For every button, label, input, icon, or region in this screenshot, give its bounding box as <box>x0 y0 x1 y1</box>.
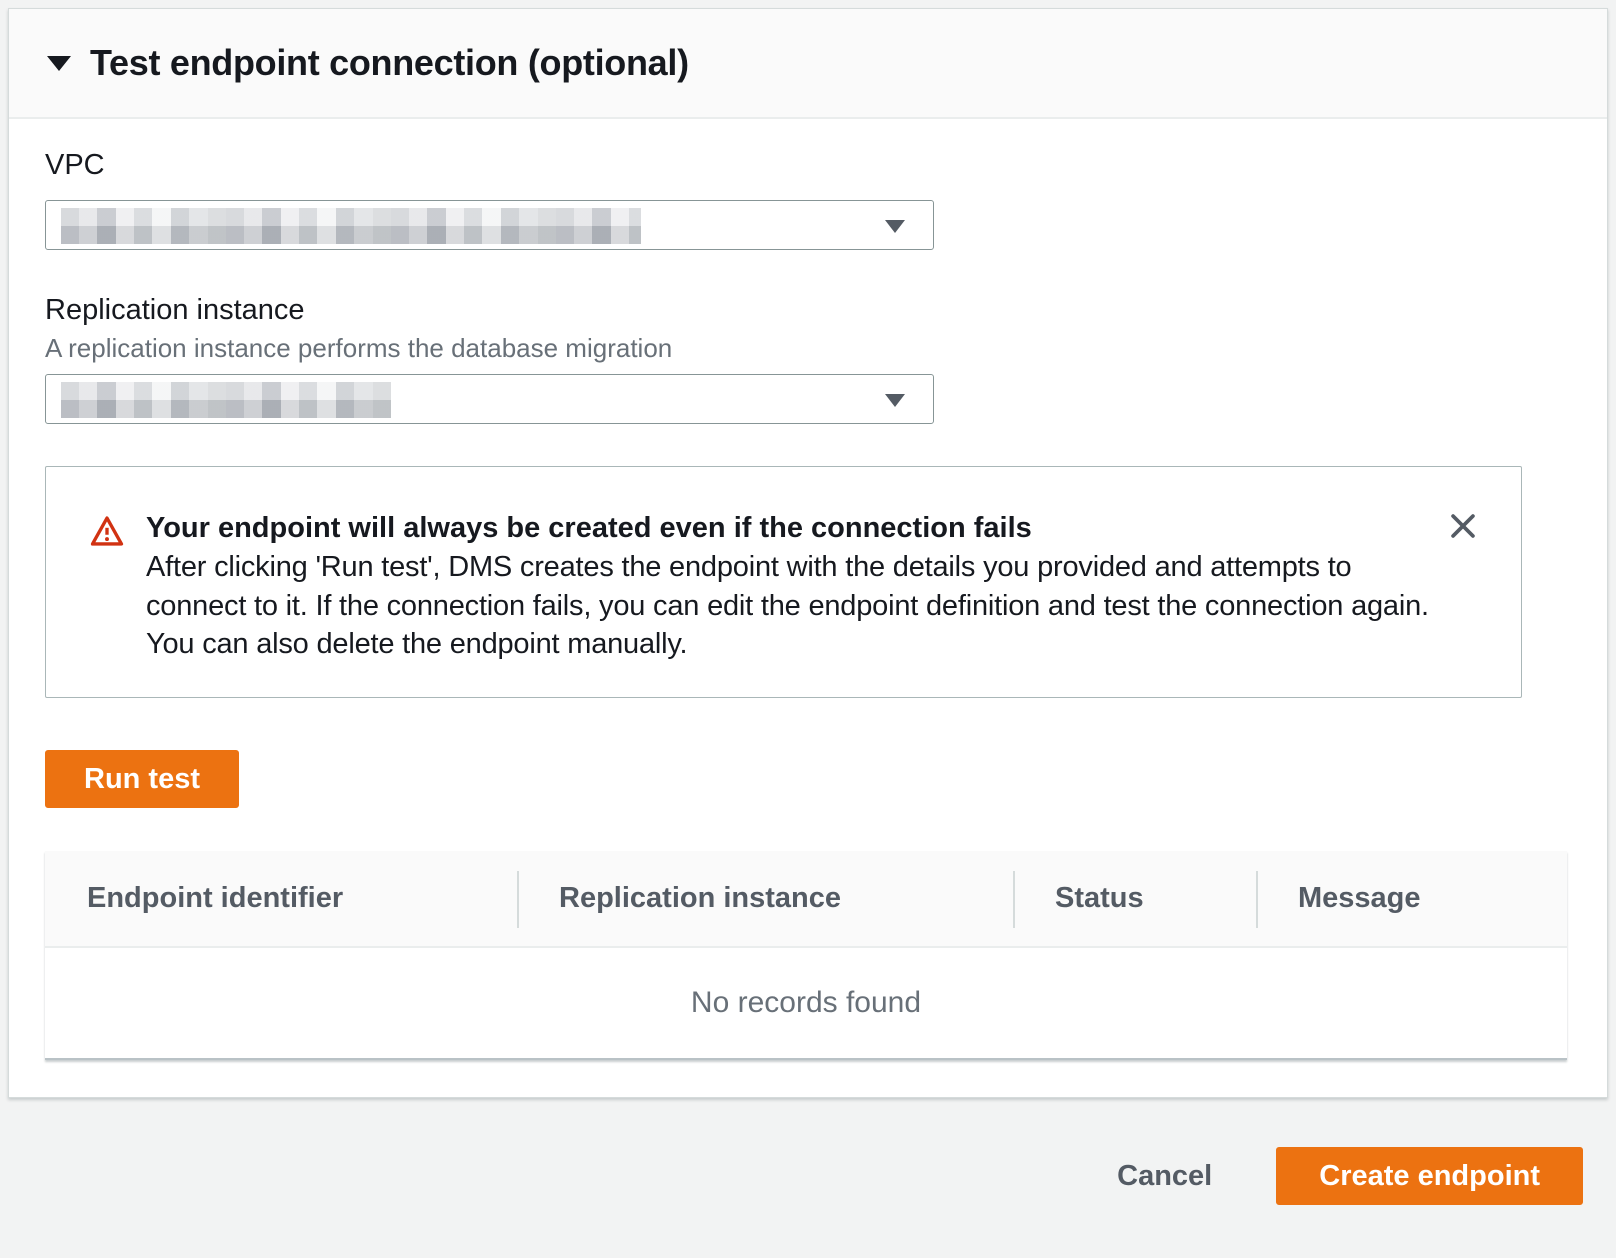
section-title: Test endpoint connection (optional) <box>90 42 689 84</box>
section-header[interactable]: Test endpoint connection (optional) <box>9 9 1607 119</box>
vpc-label: VPC <box>45 149 105 182</box>
warning-body: After clicking 'Run test', DMS creates t… <box>146 548 1436 664</box>
caret-down-icon <box>885 220 905 233</box>
test-endpoint-connection-panel: Test endpoint connection (optional) VPC … <box>8 8 1608 1098</box>
create-endpoint-button[interactable]: Create endpoint <box>1276 1147 1583 1205</box>
table-header-row: Endpoint identifier Replication instance… <box>45 851 1567 948</box>
replication-instance-description: A replication instance performs the data… <box>45 333 672 364</box>
run-test-button[interactable]: Run test <box>45 750 239 808</box>
caret-down-icon[interactable] <box>47 56 71 71</box>
empty-message: No records found <box>691 986 921 1020</box>
warning-banner: Your endpoint will always be created eve… <box>45 466 1522 698</box>
connection-results-table: Endpoint identifier Replication instance… <box>45 851 1567 1060</box>
close-icon[interactable] <box>1443 507 1483 547</box>
cancel-button[interactable]: Cancel <box>1117 1160 1212 1193</box>
column-header-message[interactable]: Message <box>1256 851 1567 946</box>
replication-instance-selected-value-redacted <box>61 382 391 418</box>
vpc-select[interactable] <box>45 200 934 250</box>
table-empty-state: No records found <box>45 948 1567 1060</box>
warning-triangle-icon <box>90 515 124 547</box>
column-header-endpoint-identifier[interactable]: Endpoint identifier <box>45 851 517 946</box>
column-header-replication-instance[interactable]: Replication instance <box>517 851 1013 946</box>
replication-instance-label: Replication instance <box>45 294 305 327</box>
warning-title: Your endpoint will always be created eve… <box>146 509 1436 548</box>
warning-content: Your endpoint will always be created eve… <box>146 509 1436 697</box>
page: Test endpoint connection (optional) VPC … <box>0 0 1616 1258</box>
caret-down-icon <box>885 394 905 407</box>
vpc-selected-value-redacted <box>61 208 641 244</box>
column-header-status[interactable]: Status <box>1013 851 1256 946</box>
footer-actions: Cancel Create endpoint <box>1117 1147 1583 1205</box>
replication-instance-select[interactable] <box>45 374 934 424</box>
